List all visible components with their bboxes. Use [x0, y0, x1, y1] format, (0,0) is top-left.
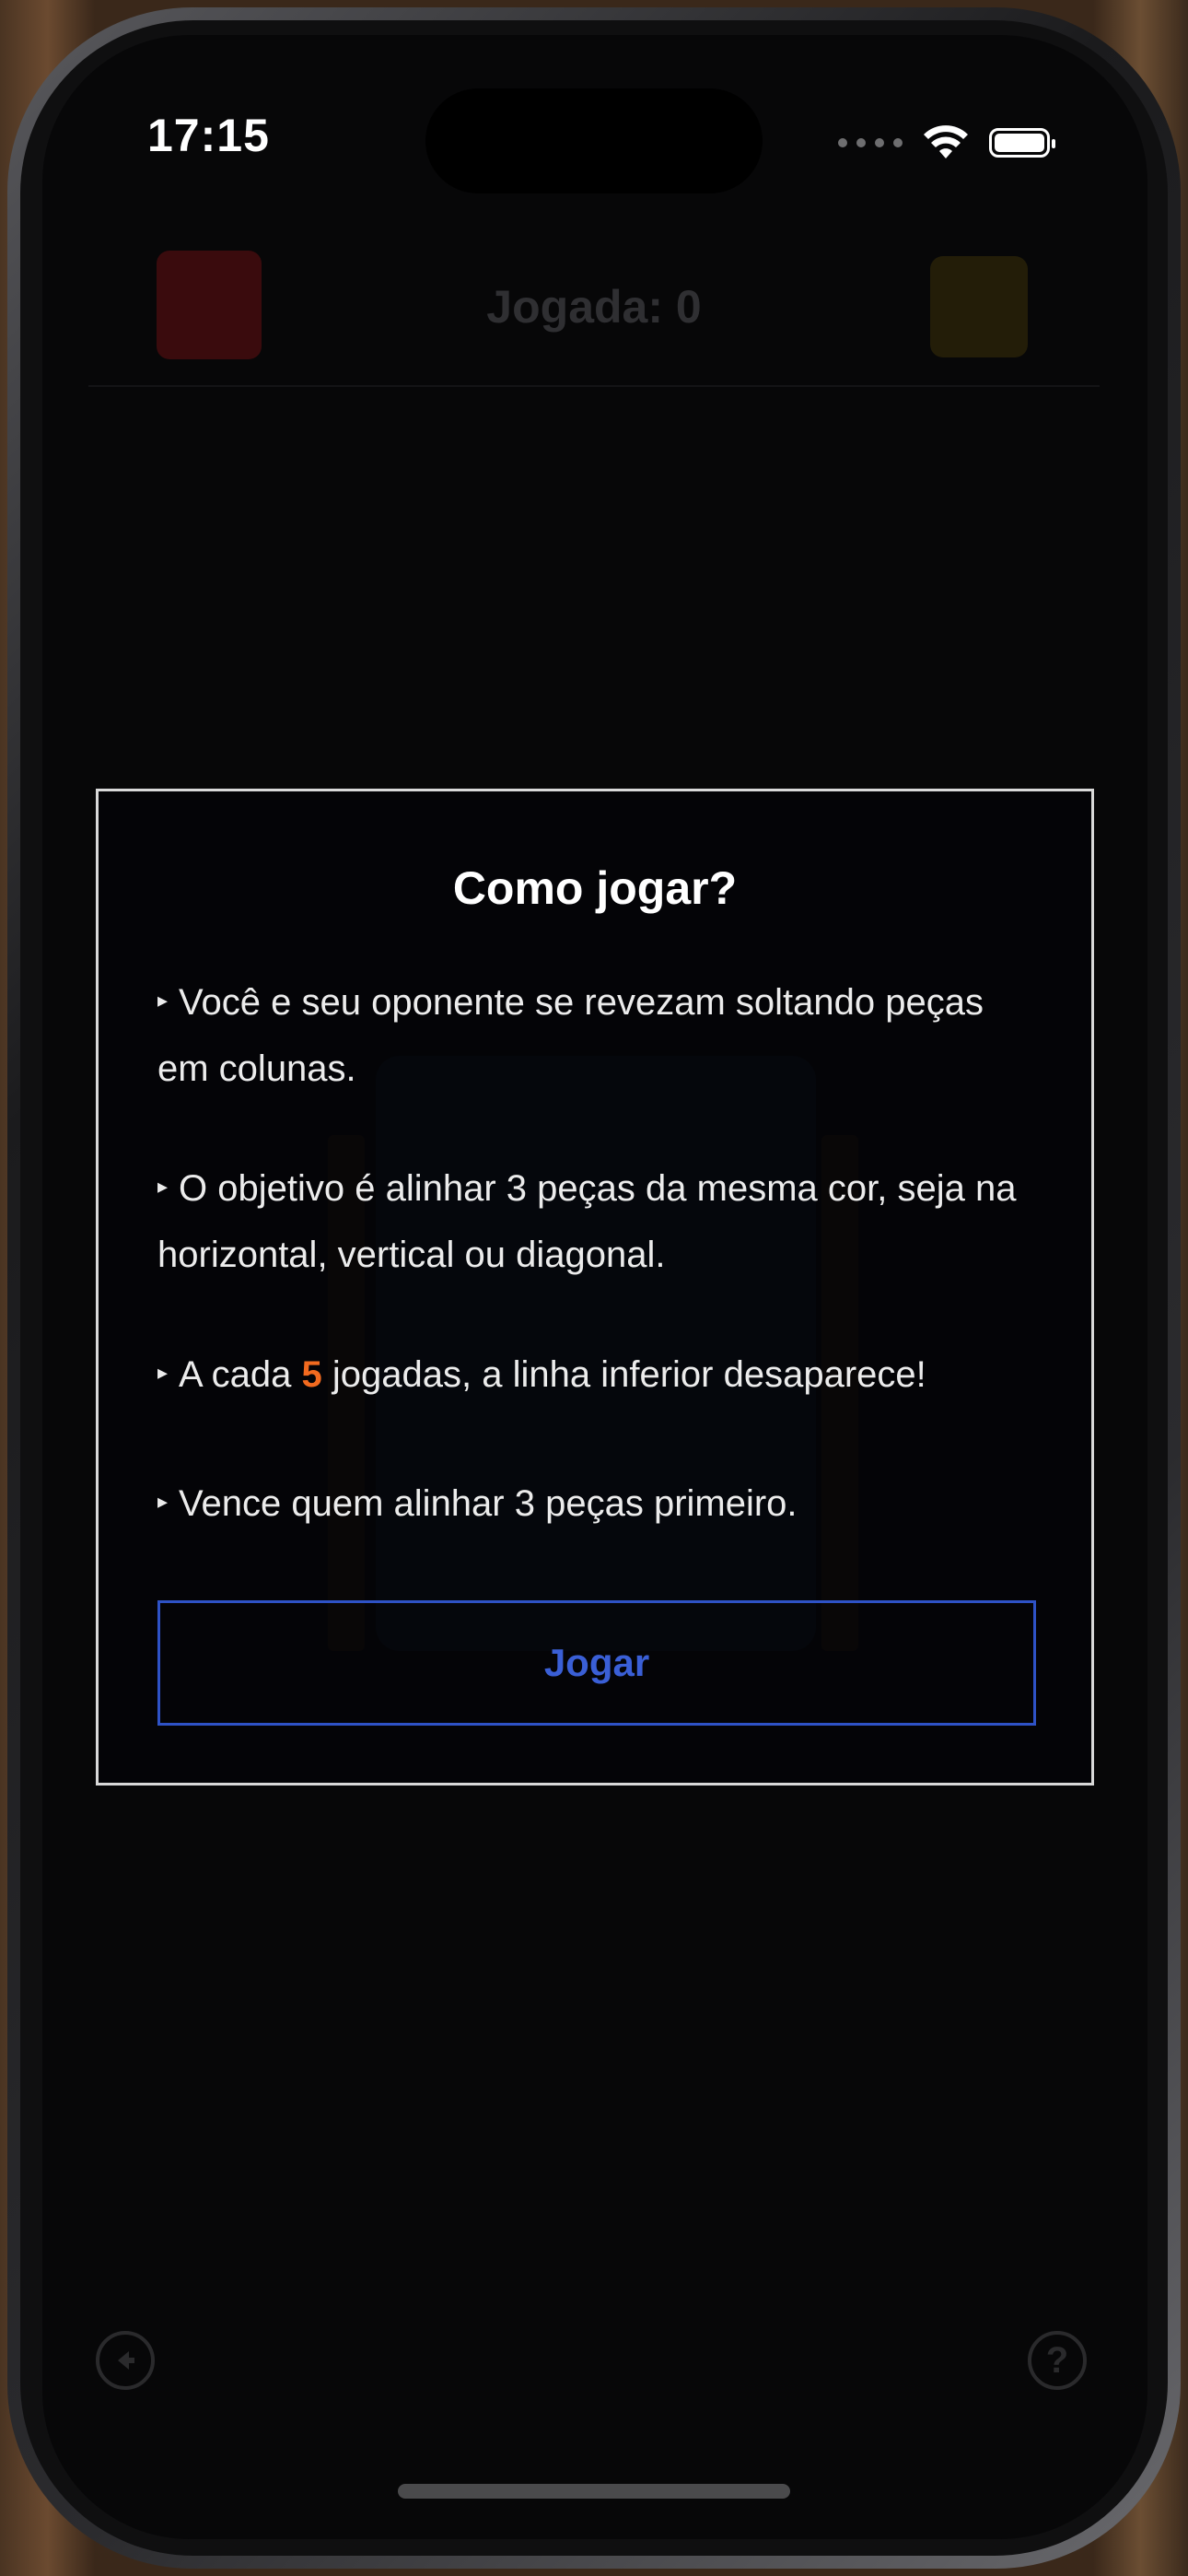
bullet-icon: ▸	[157, 1361, 169, 1385]
rule-item: ▸ A cada 5 jogadas, a linha inferior desa…	[157, 1342, 1032, 1409]
play-button[interactable]: Jogar	[157, 1600, 1036, 1726]
home-indicator[interactable]	[398, 2484, 790, 2499]
rule-text: O objetivo é alinhar 3 peças da mesma co…	[157, 1168, 1017, 1276]
bullet-icon: ▸	[157, 1490, 169, 1514]
rule-text-start: A cada	[179, 1354, 292, 1395]
back-arrow-glyph	[118, 2351, 134, 2370]
bullet-icon: ▸	[157, 989, 169, 1013]
status-time: 17:15	[147, 110, 270, 161]
rule-item: ▸ Vence quem alinhar 3 peças primeiro.	[157, 1471, 1032, 1538]
rule-text: Você e seu oponente se revezam soltando …	[157, 982, 984, 1090]
signal-icon	[838, 138, 903, 147]
how-to-play-dialog: Como jogar? ▸ Você e seu oponente se reve…	[96, 789, 1094, 1786]
player2-yellow-indicator	[930, 256, 1028, 357]
battery-icon	[989, 128, 1055, 158]
help-icon[interactable]: ?	[1028, 2331, 1087, 2390]
rule-text: Vence quem alinhar 3 peças primeiro.	[179, 1483, 798, 1524]
status-indicators	[838, 125, 1055, 160]
moves-count-highlight: 5	[301, 1354, 322, 1395]
rule-text-end: jogadas, a linha inferior desaparece!	[332, 1354, 926, 1395]
question-mark-icon: ?	[1045, 2339, 1069, 2381]
header-divider	[88, 385, 1100, 387]
wifi-icon	[924, 125, 968, 158]
bullet-icon: ▸	[157, 1175, 169, 1199]
rule-item: ▸ Você e seu oponente se revezam soltando…	[157, 970, 1032, 1101]
dynamic-island	[425, 88, 763, 193]
back-arrow-icon[interactable]	[96, 2331, 155, 2390]
rule-item: ▸ O objetivo é alinhar 3 peças da mesma c…	[157, 1156, 1032, 1287]
dialog-title: Como jogar?	[452, 862, 738, 914]
